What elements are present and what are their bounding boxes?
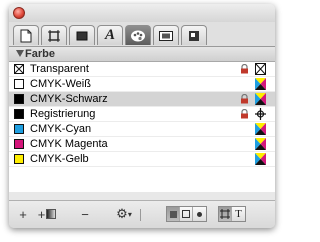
color-swatch [14,139,24,149]
swatch-name: CMYK-Weiß [30,78,91,90]
tab-output[interactable] [181,25,207,45]
swatch-list: Transparent CMYK-Weiß CMYK-Schwarz Regis… [9,62,275,192]
chevron-down-icon: ▾ [127,209,132,219]
gear-menu-button[interactable]: ⚙ ▾ [113,206,135,222]
tab-frame[interactable] [41,25,67,45]
swatch-name: Transparent [30,63,89,75]
text-target-button[interactable]: T [232,207,245,221]
swatch-view-selector [166,206,207,222]
color-palette-icon [131,30,145,41]
box-icon [76,31,88,40]
tab-box[interactable] [69,25,95,45]
lock-icon [241,64,248,74]
circle-mode-button[interactable] [193,207,206,221]
section-title: Farbe [25,48,55,60]
registration-icon [255,108,266,120]
cmyk-process-icon [255,123,266,135]
character-icon: A [104,27,115,43]
output-icon [189,30,199,41]
tab-bar: A [9,22,275,47]
color-swatch [14,109,24,119]
tab-character[interactable]: A [97,25,123,45]
swatch-row[interactable]: Registrierung [9,107,275,122]
add-button[interactable]: + [17,207,29,222]
lock-icon [241,109,248,119]
swatch-name: CMYK-Cyan [30,123,92,135]
target-selector: T [218,206,246,222]
swatch-row[interactable]: CMYK-Cyan [9,122,275,137]
titlebar [9,4,275,22]
frame-mode-button[interactable] [180,207,193,221]
picture-icon [159,30,173,41]
fill-square-icon [169,210,177,218]
palette-toolbar: + + − ⚙ ▾ T [9,200,275,228]
frame-square-icon [182,210,190,218]
color-swatch [14,154,24,164]
lock-icon [241,94,248,104]
text-icon: T [235,208,242,220]
fill-mode-button[interactable] [167,207,180,221]
add-plus: + [37,206,46,222]
dot-icon [197,211,202,217]
swatch-row[interactable]: Transparent [9,62,275,77]
color-swatch [14,79,24,89]
color-swatch [14,94,24,104]
none-icon [255,63,266,75]
tab-document[interactable] [13,25,39,45]
remove-button[interactable]: − [79,207,91,222]
frame-icon [48,29,60,42]
section-header-farbe[interactable]: Farbe [9,47,275,62]
document-icon [20,29,32,42]
colors-palette: A Farbe Transparent CMYK-Weiß CMYK-Schwa… [9,4,275,228]
frame-icon [220,209,230,219]
swatch-row-selected[interactable]: CMYK-Schwarz [9,92,275,107]
color-swatch [14,124,24,134]
swatch-name: CMYK Magenta [30,138,108,150]
swatch-row[interactable]: CMYK Magenta [9,137,275,152]
swatch-name: CMYK-Gelb [30,153,89,165]
toolbar-divider [140,209,141,221]
cmyk-process-icon [255,78,266,90]
tab-picture[interactable] [153,25,179,45]
gradient-swatch-icon [46,209,57,219]
swatch-name: Registrierung [30,108,96,120]
tab-colors[interactable] [125,25,151,45]
disclosure-triangle-icon[interactable] [16,50,24,57]
swatch-row[interactable]: CMYK-Gelb [9,152,275,167]
close-button[interactable] [13,7,25,19]
add-color-button[interactable]: + [37,206,57,222]
swatch-row[interactable]: CMYK-Weiß [9,77,275,92]
cmyk-process-icon [255,138,266,150]
swatch-name: CMYK-Schwarz [30,93,108,105]
box-target-button[interactable] [219,207,232,221]
transparent-swatch [14,64,24,74]
gear-icon: ⚙ [116,206,128,222]
cmyk-process-icon [255,153,266,165]
cmyk-process-icon [255,93,266,105]
